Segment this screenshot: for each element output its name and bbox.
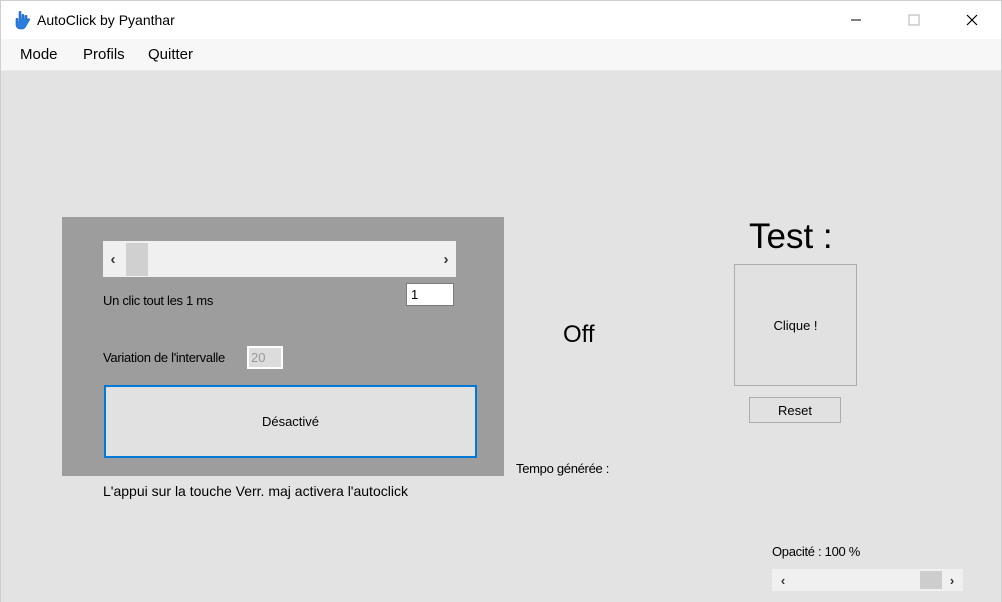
settings-panel: ‹ › Un clic tout les 1 ms Variation de l… (62, 217, 504, 476)
variation-input[interactable] (247, 346, 283, 369)
menu-item-profils[interactable]: Profils (83, 46, 125, 63)
minimize-button[interactable] (827, 1, 885, 39)
scroll-right-icon[interactable]: › (436, 241, 456, 277)
opacity-slider[interactable]: ‹ › (772, 569, 963, 591)
close-button[interactable] (943, 1, 1001, 39)
reset-button[interactable]: Reset (749, 397, 841, 423)
toggle-autoclick-button[interactable]: Désactivé (104, 385, 477, 458)
hand-pointer-icon (13, 10, 31, 30)
menu-bar: Mode Profils Quitter (1, 39, 1001, 71)
capslock-hint: L'appui sur la touche Verr. maj activera… (103, 483, 408, 499)
menu-item-quitter[interactable]: Quitter (148, 46, 193, 63)
scroll-right-icon[interactable]: › (943, 569, 961, 591)
status-label: Off (563, 321, 595, 348)
scroll-left-icon[interactable]: ‹ (103, 241, 123, 277)
close-icon (966, 14, 978, 26)
opacity-slider-thumb[interactable] (920, 571, 942, 589)
tempo-label: Tempo générée : (516, 461, 610, 476)
test-title: Test : (749, 217, 833, 256)
interval-slider[interactable]: ‹ › (103, 241, 456, 277)
maximize-button[interactable] (885, 1, 943, 39)
test-click-button[interactable]: Clique ! (734, 264, 857, 386)
app-window: AutoClick by Pyanthar Mode Profils Quitt… (0, 0, 1002, 602)
interval-slider-thumb[interactable] (126, 243, 148, 276)
menu-item-mode[interactable]: Mode (20, 46, 58, 63)
interval-label: Un clic tout les 1 ms (103, 293, 214, 308)
title-bar: AutoClick by Pyanthar (1, 1, 1001, 39)
variation-label: Variation de l'intervalle (103, 350, 225, 365)
opacity-label: Opacité : 100 % (772, 544, 860, 559)
scroll-left-icon[interactable]: ‹ (774, 569, 792, 591)
interval-input[interactable] (406, 283, 454, 306)
window-title: AutoClick by Pyanthar (37, 12, 175, 28)
client-area: ‹ › Un clic tout les 1 ms Variation de l… (1, 71, 1001, 602)
